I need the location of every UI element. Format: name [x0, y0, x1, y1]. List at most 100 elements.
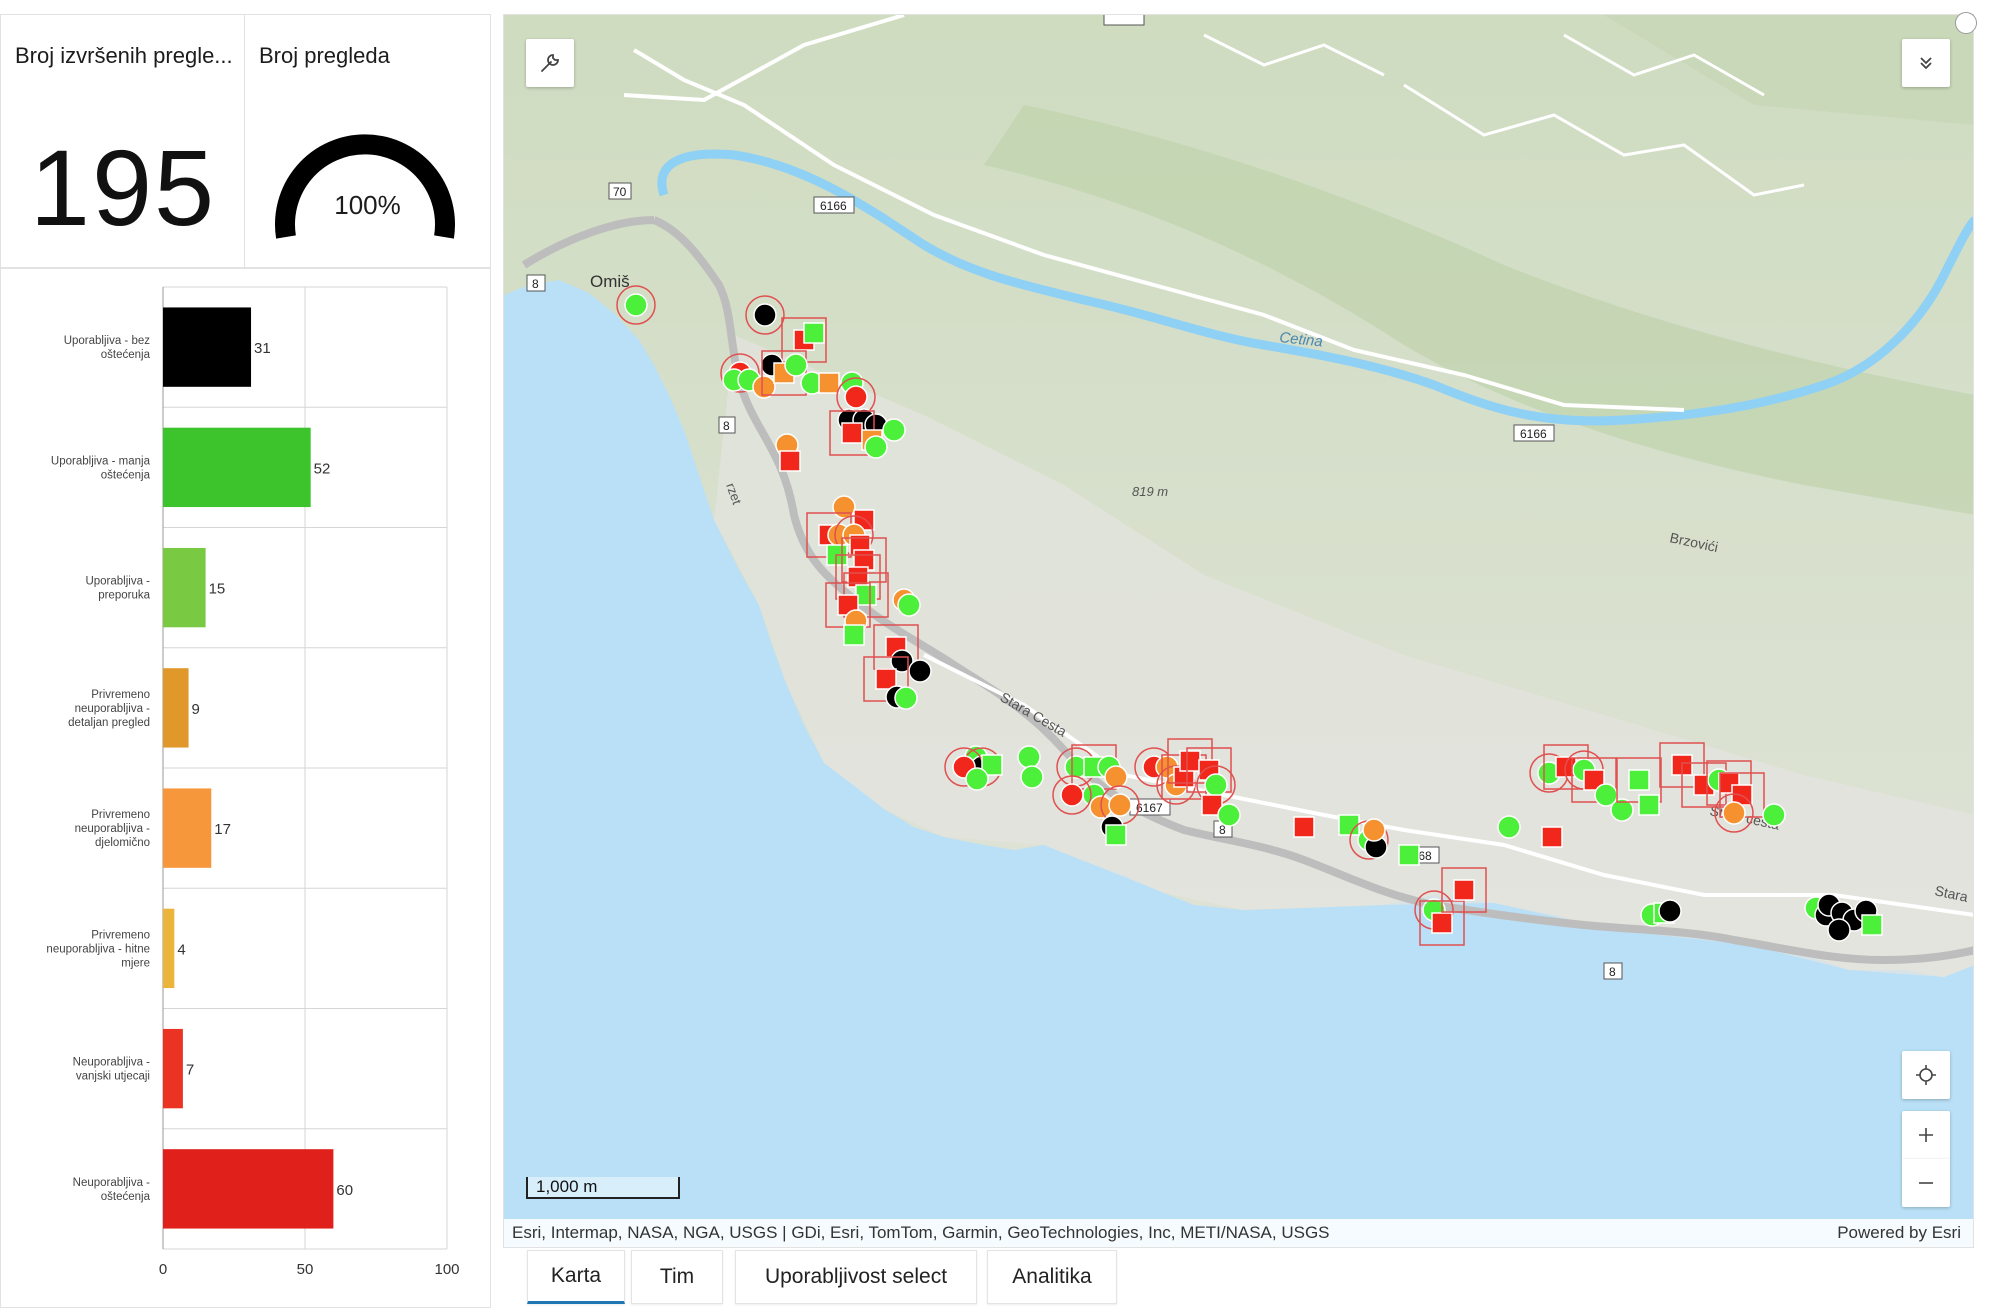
powered-by-esri[interactable]: Powered by Esri: [1837, 1219, 1961, 1247]
category-label: Privremeno: [91, 809, 150, 821]
map-point[interactable]: [1217, 803, 1241, 827]
map-point[interactable]: [908, 659, 932, 683]
locate-button[interactable]: [1902, 1051, 1950, 1099]
category-label: preporuka: [98, 590, 150, 602]
bar: [163, 307, 252, 387]
map-basemap: 70 6166 6166 8 8 8 8 6167 6168 Omiš Ceti…: [504, 15, 1973, 980]
road-6167: 6167: [1136, 801, 1163, 815]
map-point[interactable]: [1104, 765, 1128, 789]
gauge: [275, 134, 455, 239]
category-label: neuporabljiva - hitne: [46, 943, 150, 955]
map-point[interactable]: [1658, 899, 1682, 923]
label-omis: Omiš: [590, 272, 630, 291]
plus-icon: [1919, 1128, 1933, 1142]
road-8c: 8: [1609, 965, 1616, 979]
road-70: 70: [613, 185, 627, 199]
category-label: Privremeno: [91, 929, 150, 941]
scale-bar: 1,000 m: [526, 1177, 680, 1199]
map-point[interactable]: [1105, 824, 1127, 846]
map-point[interactable]: [844, 385, 868, 409]
x-tick-label: 0: [159, 1261, 167, 1278]
map-point[interactable]: [1861, 914, 1883, 936]
bar: [163, 1149, 334, 1229]
map-point[interactable]: [1060, 783, 1084, 807]
map-point[interactable]: [894, 686, 918, 710]
map-point[interactable]: [1762, 803, 1786, 827]
x-tick-label: 50: [297, 1261, 314, 1278]
map-point[interactable]: [1431, 912, 1453, 934]
road-6166a: 6166: [820, 199, 847, 213]
category-label: djelomično: [95, 837, 150, 849]
category-label: neuporabljiva -: [75, 823, 151, 835]
map-point[interactable]: [1541, 826, 1563, 848]
bar-value-label: 17: [214, 821, 231, 838]
attribution-text[interactable]: Esri, Intermap, NASA, NGA, USGS | GDi, E…: [512, 1219, 1330, 1247]
wrench-icon: [541, 54, 559, 72]
bar-value-label: 9: [192, 701, 200, 718]
map-point[interactable]: [1722, 801, 1746, 825]
map-point[interactable]: [1638, 794, 1660, 816]
gauge-value: 100%: [334, 190, 401, 220]
map-point[interactable]: [1179, 750, 1201, 772]
bar-chart: 31 Uporabljiva - bez oštećenja 52 Uporabljiv…: [46, 286, 460, 1278]
map-point[interactable]: [1017, 745, 1041, 769]
map[interactable]: 70 6166 6166 8 8 8 8 6167 6168 Omiš Ceti…: [503, 14, 1974, 1248]
category-label: Neuporabljiva -: [73, 1057, 151, 1069]
bar: [163, 668, 189, 748]
category-label: vanjski utjecaji: [76, 1071, 150, 1083]
map-point[interactable]: [779, 450, 801, 472]
map-point[interactable]: [753, 303, 777, 327]
tab-analitika[interactable]: Analitika: [987, 1250, 1117, 1304]
chevron-double-down-icon: [1920, 57, 1932, 70]
map-point[interactable]: [784, 353, 808, 377]
category-label: oštećenja: [101, 349, 151, 361]
map-point[interactable]: [847, 566, 869, 588]
category-label: Uporabljiva -: [85, 576, 150, 588]
map-point[interactable]: [1020, 765, 1044, 789]
map-point[interactable]: [803, 322, 825, 344]
indicator-value: 195: [29, 127, 217, 248]
map-point[interactable]: [897, 593, 921, 617]
map-point[interactable]: [1497, 815, 1521, 839]
category-label: mjere: [121, 957, 150, 969]
map-point[interactable]: [818, 372, 840, 394]
map-point[interactable]: [864, 435, 888, 459]
map-point[interactable]: [882, 418, 906, 442]
tab-tim[interactable]: Tim: [631, 1250, 723, 1304]
zoom-out-button[interactable]: [1902, 1159, 1950, 1207]
tools-button[interactable]: [526, 39, 574, 87]
map-point[interactable]: [843, 624, 865, 646]
map-point[interactable]: [1204, 773, 1228, 797]
tab-karta[interactable]: Karta: [527, 1250, 625, 1304]
map-point[interactable]: [1398, 844, 1420, 866]
map-point[interactable]: [1628, 769, 1650, 791]
bar-value-label: 31: [254, 340, 271, 357]
zoom-in-button[interactable]: [1902, 1111, 1950, 1159]
fullscreen-icon[interactable]: [1955, 12, 1977, 34]
category-label: detaljan pregled: [68, 717, 150, 729]
minus-icon: [1919, 1182, 1933, 1184]
map-point[interactable]: [1108, 793, 1132, 817]
map-point[interactable]: [1293, 816, 1315, 838]
category-label: neuporabljiva -: [75, 703, 151, 715]
bar: [163, 427, 311, 508]
bar-value-label: 60: [336, 1182, 353, 1199]
map-point[interactable]: [841, 422, 863, 444]
tab-uporabljivost-select[interactable]: Uporabljivost select: [735, 1250, 977, 1304]
collapse-button[interactable]: [1902, 39, 1950, 87]
map-point[interactable]: [855, 584, 877, 606]
category-label: Uporabljiva - bez: [64, 335, 151, 347]
map-point[interactable]: [1338, 814, 1360, 836]
bar: [163, 788, 212, 868]
map-point[interactable]: [1827, 918, 1851, 942]
map-point[interactable]: [1453, 879, 1475, 901]
indicator-panel-count: Broj izvršenih pregle... 195: [0, 14, 245, 268]
bar: [163, 547, 206, 628]
map-point[interactable]: [1362, 818, 1386, 842]
map-point[interactable]: [965, 767, 989, 791]
bar: [163, 908, 175, 989]
road-6166b: 6166: [1520, 427, 1547, 441]
label-peak: 819 m: [1132, 484, 1168, 499]
map-point[interactable]: [624, 293, 648, 317]
bar-value-label: 52: [314, 460, 331, 477]
